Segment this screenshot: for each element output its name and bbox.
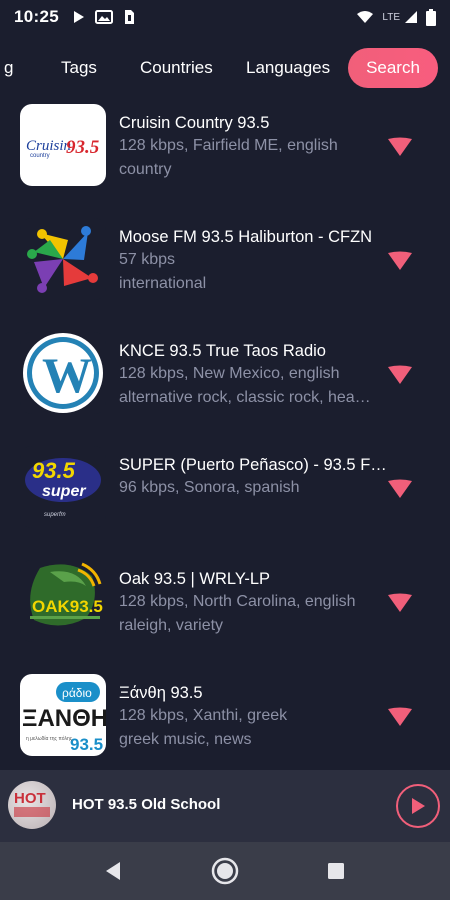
hot-logo: HOT: [14, 790, 50, 817]
station-list[interactable]: Cruisin country 93.5 Cruisin Country 93.…: [0, 104, 450, 770]
play-notification-icon: [73, 11, 84, 23]
signal-icon: [405, 11, 417, 23]
favorite-heart-icon[interactable]: [386, 136, 414, 158]
station-details: 57 kbps: [119, 251, 176, 268]
svg-text:η μελωδία της πόλης: η μελωδία της πόλης: [26, 735, 73, 742]
station-name: Ξάνθη 93.5: [119, 684, 203, 702]
station-tags: international: [119, 275, 207, 292]
station-tags: greek music, news: [119, 731, 252, 748]
station-row[interactable]: OAK93.5 Oak 93.5 | WRLY-LP 128 kbps, Nor…: [0, 560, 450, 674]
back-icon: [106, 862, 120, 880]
station-row[interactable]: W KNCE 93.5 True Taos Radio 128 kbps, Ne…: [0, 332, 450, 446]
svg-text:HOT: HOT: [14, 790, 46, 807]
svg-text:super: super: [42, 483, 86, 500]
oak-logo: OAK93.5: [30, 562, 103, 626]
recents-icon: [328, 863, 344, 879]
svg-text:OAK93.5: OAK93.5: [32, 597, 103, 616]
network-type: LTE: [382, 11, 400, 23]
now-playing-artwork: HOT: [8, 781, 56, 829]
tab-search[interactable]: Search: [348, 48, 438, 88]
favorite-heart-icon[interactable]: [386, 250, 414, 272]
nav-recents-button[interactable]: [321, 856, 351, 886]
station-tags: raleigh, variety: [119, 617, 224, 634]
moose-fm-logo: [27, 226, 98, 293]
tab-genres-partial[interactable]: g: [4, 58, 13, 78]
gallery-notification-icon: [94, 10, 113, 24]
station-details: 128 kbps, New Mexico, english: [119, 365, 340, 382]
station-name: KNCE 93.5 True Taos Radio: [119, 342, 326, 360]
station-logo: Cruisin country 93.5: [20, 104, 106, 186]
station-tags: country: [119, 161, 172, 178]
cruisin-country-logo: Cruisin country 93.5: [26, 137, 100, 159]
station-details: 128 kbps, Fairfield ME, english: [119, 137, 338, 154]
tab-languages[interactable]: Languages: [246, 58, 330, 78]
svg-text:93.5: 93.5: [70, 735, 103, 754]
svg-text:country: country: [30, 153, 50, 159]
xanthi-logo: ράδιο ΞΑΝΘΗ 93.5 η μελωδία της πόλης: [22, 682, 106, 754]
station-logo: 93.5 super superfm: [20, 446, 106, 528]
station-row[interactable]: Moose FM 93.5 Haliburton - CFZN 57 kbps …: [0, 218, 450, 332]
system-nav-bar: [0, 842, 450, 900]
station-name: Oak 93.5 | WRLY-LP: [119, 570, 271, 588]
svg-text:Cruisin: Cruisin: [26, 138, 71, 154]
favorite-heart-icon[interactable]: [386, 706, 414, 728]
status-bar: 10:25 LTE: [0, 0, 450, 34]
battery-icon: [426, 8, 436, 26]
home-icon: [211, 857, 239, 885]
now-playing-title: HOT 93.5 Old School: [72, 796, 221, 813]
tab-tags[interactable]: Tags: [61, 58, 97, 78]
station-logo: [20, 218, 106, 300]
station-tags: alternative rock, classic rock, hea…: [119, 389, 371, 406]
svg-text:ράδιο: ράδιο: [62, 686, 92, 700]
category-tabs: g Tags Countries Languages Search: [0, 34, 450, 104]
station-row[interactable]: ράδιο ΞΑΝΘΗ 93.5 η μελωδία της πόλης Ξάν…: [0, 674, 450, 770]
notification-icons: [73, 9, 135, 25]
system-status: LTE: [356, 8, 436, 26]
station-logo: OAK93.5: [20, 560, 106, 642]
station-details: 128 kbps, North Carolina, english: [119, 593, 356, 610]
sim-notification-icon: [124, 10, 134, 24]
status-time: 10:25: [14, 7, 59, 26]
wifi-icon: [357, 11, 374, 23]
nav-home-button[interactable]: [210, 856, 240, 886]
play-button[interactable]: [396, 784, 440, 828]
station-name: SUPER (Puerto Peñasco) - 93.5 F…: [119, 456, 387, 474]
svg-text:superfm: superfm: [44, 512, 66, 518]
svg-text:ΞΑΝΘΗ: ΞΑΝΘΗ: [22, 705, 106, 732]
svg-text:93.5: 93.5: [66, 137, 100, 158]
mini-player[interactable]: HOT HOT 93.5 Old School: [0, 770, 450, 842]
station-row[interactable]: Cruisin country 93.5 Cruisin Country 93.…: [0, 104, 450, 218]
play-icon: [412, 798, 425, 814]
station-name: Moose FM 93.5 Haliburton - CFZN: [119, 228, 373, 246]
station-details: 128 kbps, Xanthi, greek: [119, 707, 288, 724]
station-row[interactable]: 93.5 super superfm SUPER (Puerto Peñasco…: [0, 446, 450, 560]
favorite-heart-icon[interactable]: [386, 592, 414, 614]
favorite-heart-icon[interactable]: [386, 478, 414, 500]
tab-countries[interactable]: Countries: [140, 58, 213, 78]
station-details: 96 kbps, Sonora, spanish: [119, 479, 300, 496]
svg-text:W: W: [42, 347, 92, 403]
favorite-heart-icon[interactable]: [386, 364, 414, 386]
station-name: Cruisin Country 93.5: [119, 114, 270, 132]
nav-back-button[interactable]: [98, 856, 128, 886]
station-logo: W: [20, 332, 106, 414]
station-logo: ράδιο ΞΑΝΘΗ 93.5 η μελωδία της πόλης: [20, 674, 106, 756]
svg-text:93.5: 93.5: [32, 458, 76, 483]
wordpress-logo: W: [23, 333, 103, 413]
super-logo: 93.5 super superfm: [25, 458, 101, 518]
